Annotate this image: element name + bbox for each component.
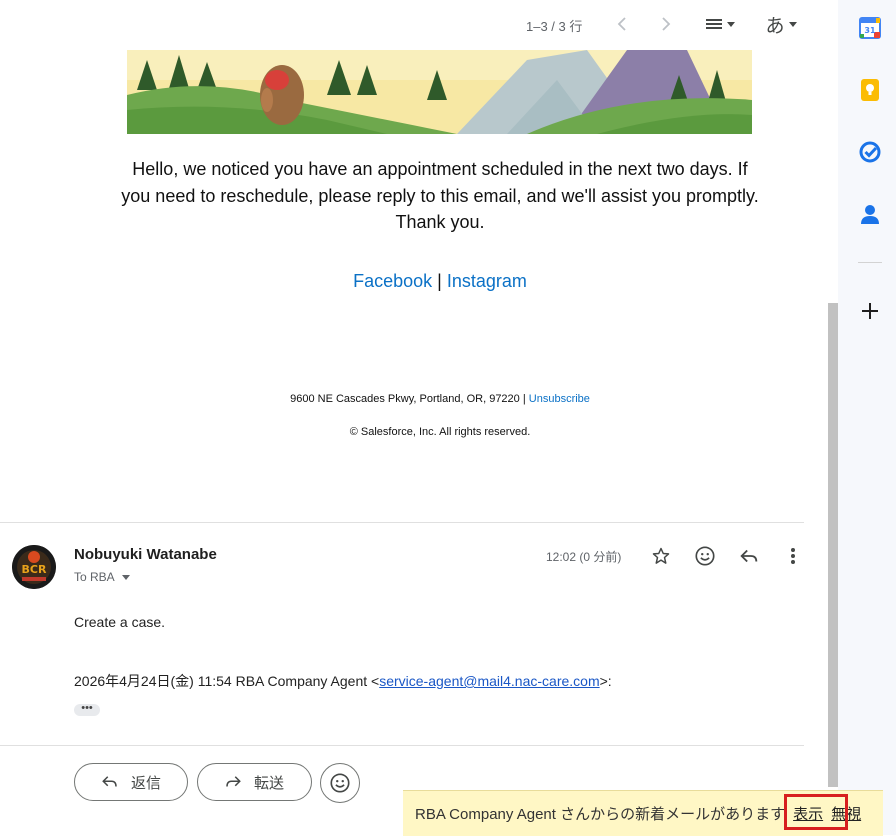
pager-text: 1–3 / 3 行: [526, 19, 583, 34]
notification-message: RBA Company Agent さんからの新着メールがあります: [415, 806, 786, 823]
caret-down-icon: [121, 574, 130, 580]
calendar-app-icon[interactable]: 31: [858, 16, 882, 40]
facebook-link[interactable]: Facebook: [353, 271, 432, 291]
unsubscribe-link[interactable]: Unsubscribe: [529, 393, 590, 405]
reply-button[interactable]: 返信: [74, 763, 188, 801]
social-separator: |: [437, 271, 442, 291]
svg-text:BCR: BCR: [22, 563, 47, 576]
reply-body-text: Create a case.: [74, 614, 166, 630]
forward-button[interactable]: 転送: [197, 763, 312, 801]
caret-down-icon: [788, 21, 797, 27]
keep-app-icon[interactable]: [858, 78, 882, 102]
caret-down-icon: [727, 21, 735, 27]
message-time: 12:02 (0 分前): [546, 550, 622, 564]
newer-chevron-right-icon[interactable]: [652, 12, 680, 36]
reply-arrow-icon: [101, 774, 119, 790]
tasks-app-icon[interactable]: [858, 140, 882, 164]
new-mail-notification: RBA Company Agent さんからの新着メールがあります 表示 無視: [403, 790, 883, 836]
older-chevron-left-icon[interactable]: [608, 12, 636, 36]
scrollbar-thumb[interactable]: [828, 303, 838, 787]
social-links: Facebook | Instagram: [120, 271, 760, 292]
add-app-plus-icon[interactable]: [858, 299, 882, 323]
recipient-label: To RBA: [74, 570, 115, 584]
side-app-panel: [838, 0, 896, 835]
quoted-header: 2026年4月24日(金) 11:54 RBA Company Agent <s…: [74, 671, 612, 691]
display-density-button[interactable]: [700, 12, 740, 36]
quote-prefix: 2026年4月24日(金) 11:54 RBA Company Agent <: [74, 673, 380, 689]
show-link-highlight-box: [784, 794, 848, 830]
input-tools-button[interactable]: あ: [760, 12, 802, 37]
smiley-icon: [330, 773, 350, 793]
calendar-date: 31: [864, 26, 876, 35]
email-view: 1–3 / 3 行 あ Hello, we noticed you have a…: [0, 0, 838, 835]
list-lines-icon: [706, 19, 722, 29]
avatar[interactable]: BCR: [12, 545, 56, 589]
footer-address: 9600 NE Cascades Pkwy, Portland, OR, 972…: [290, 393, 526, 405]
message-divider: [0, 522, 804, 523]
actions-divider: [0, 745, 804, 746]
side-panel-divider: [858, 262, 882, 263]
quote-suffix: >:: [599, 673, 612, 689]
emoji-reaction-icon[interactable]: [693, 544, 717, 568]
reply-icon[interactable]: [737, 544, 761, 568]
forward-label: 転送: [254, 774, 285, 792]
sender-name: Nobuyuki Watanabe: [74, 546, 217, 563]
emoji-react-button[interactable]: [320, 763, 360, 803]
recipient-details-toggle[interactable]: To RBA: [74, 570, 130, 584]
show-trimmed-content-button[interactable]: •••: [74, 703, 100, 716]
forward-arrow-icon: [224, 774, 242, 790]
contacts-app-icon[interactable]: [858, 202, 882, 226]
footer-address-line: 9600 NE Cascades Pkwy, Portland, OR, 972…: [120, 393, 760, 405]
reply-label: 返信: [131, 774, 162, 792]
footer-copyright: © Salesforce, Inc. All rights reserved.: [349, 426, 531, 438]
email-banner-illustration: [127, 50, 752, 134]
quote-email-link[interactable]: service-agent@mail4.nac-care.com: [379, 673, 599, 689]
input-tool-label: あ: [765, 15, 785, 37]
email-message: Hello, we noticed you have an appointmen…: [121, 159, 759, 232]
star-icon[interactable]: [649, 544, 673, 568]
instagram-link[interactable]: Instagram: [447, 271, 527, 291]
more-options-icon[interactable]: [781, 544, 805, 568]
